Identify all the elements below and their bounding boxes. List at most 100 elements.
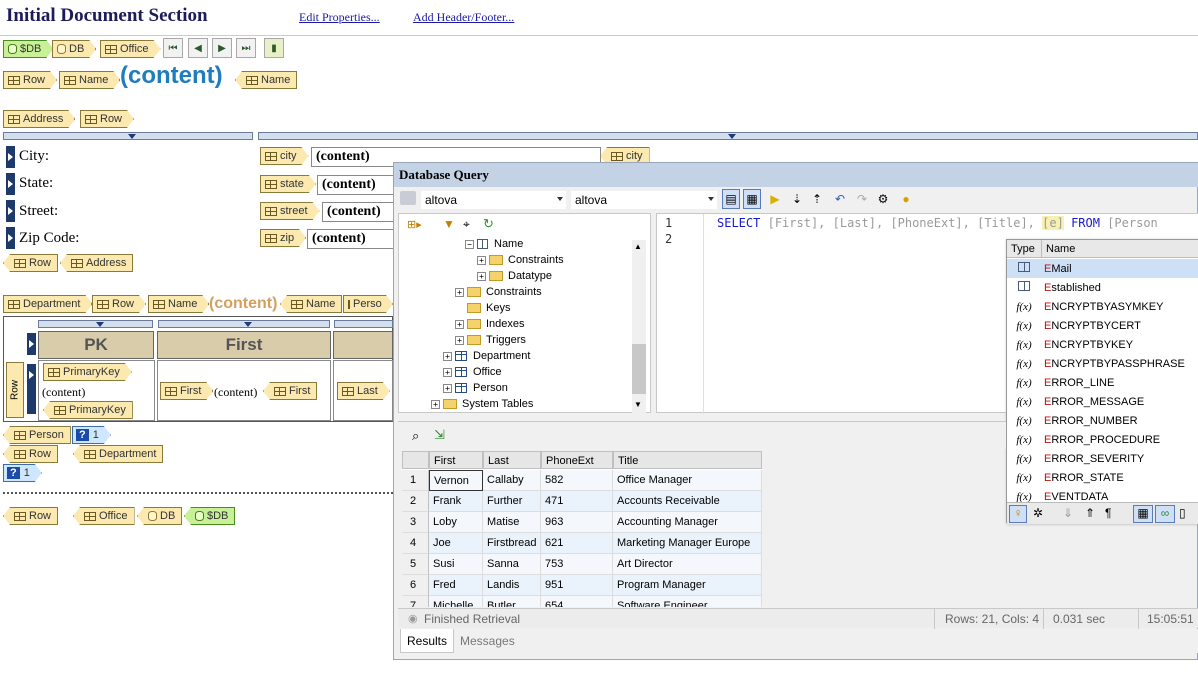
autocomplete-item[interactable]: f(x) ENCRYPTBYASYMKEY: [1007, 297, 1198, 316]
tree-node[interactable]: + Department: [443, 348, 530, 364]
autocomplete-item[interactable]: f(x) ERROR_NUMBER: [1007, 411, 1198, 430]
state-content[interactable]: (content): [317, 175, 397, 195]
department-start-tag[interactable]: Department: [3, 295, 92, 313]
row-number[interactable]: 6: [402, 575, 429, 596]
row-selector[interactable]: [6, 173, 15, 195]
table-cell[interactable]: 963: [541, 512, 613, 533]
department-end-tag[interactable]: Department: [73, 445, 164, 463]
table-cell[interactable]: Callaby: [483, 470, 541, 491]
row-selector[interactable]: [6, 200, 15, 222]
row-number[interactable]: 5: [402, 554, 429, 575]
grid-column-header[interactable]: Last: [483, 451, 541, 469]
primarykey-start-tag[interactable]: PrimaryKey: [43, 363, 132, 381]
first-content[interactable]: (content): [214, 385, 257, 400]
header-row-selector[interactable]: [27, 333, 36, 355]
table-cell[interactable]: 951: [541, 575, 613, 596]
autocomplete-item[interactable]: f(x) ENCRYPTBYKEY: [1007, 335, 1198, 354]
table-cell[interactable]: Firstbread: [483, 533, 541, 554]
row-selector[interactable]: [6, 146, 15, 168]
tree-node[interactable]: + Person: [443, 380, 508, 396]
expand-icon[interactable]: +: [443, 367, 452, 377]
expand-icon[interactable]: +: [455, 319, 464, 329]
row-number[interactable]: 7: [402, 596, 429, 607]
column-view-icon[interactable]: ▯: [1179, 506, 1186, 520]
commit-icon[interactable]: ⇡: [808, 189, 826, 209]
tree-node[interactable]: − Name: [465, 236, 523, 252]
zip-content[interactable]: (content): [307, 229, 397, 249]
column-separator-2[interactable]: [258, 132, 1198, 140]
autocomplete-item[interactable]: f(x) ERROR_STATE: [1007, 468, 1198, 487]
primarykey-end-tag[interactable]: PrimaryKey: [43, 401, 133, 419]
table-view-icon[interactable]: ▦: [1133, 505, 1153, 523]
body-row-selector[interactable]: [27, 364, 36, 414]
table-cell[interactable]: Office Manager: [613, 470, 762, 491]
table-cell[interactable]: Art Director: [613, 554, 762, 575]
pk-content[interactable]: (content): [42, 385, 85, 400]
row-vertical-tag[interactable]: Row: [6, 362, 24, 418]
row-start-tag-3[interactable]: Row: [92, 295, 146, 313]
table-cell[interactable]: 471: [541, 491, 613, 512]
table-cell[interactable]: Butler: [483, 596, 541, 607]
table-cell[interactable]: Matise: [483, 512, 541, 533]
lock-icon[interactable]: ●: [897, 189, 915, 209]
link-icon[interactable]: ∞: [1155, 505, 1175, 523]
autocomplete-item[interactable]: f(x) ENCRYPTBYCERT: [1007, 316, 1198, 335]
tab-results[interactable]: Results: [400, 629, 455, 653]
person-start-tag[interactable]: Perso: [343, 295, 393, 313]
row-end-tag-2[interactable]: Row: [3, 445, 59, 463]
office-start-tag[interactable]: Office: [100, 40, 161, 58]
name-end-tag-2[interactable]: Name: [280, 295, 343, 313]
tree-node[interactable]: + Constraints: [455, 284, 542, 300]
table-cell[interactable]: Loby: [429, 512, 483, 533]
autocomplete-item[interactable]: f(x) ERROR_MESSAGE: [1007, 392, 1198, 411]
next-record-button[interactable]: ▶: [212, 38, 232, 58]
row-start-tag[interactable]: Row: [3, 71, 57, 89]
first-record-button[interactable]: ⏮: [163, 38, 183, 58]
office-end-tag[interactable]: Office: [73, 507, 135, 525]
root-object-combo[interactable]: altova: [571, 191, 717, 209]
table-cell[interactable]: 582: [541, 470, 613, 491]
person-end-tag[interactable]: Person: [3, 426, 71, 444]
table-cell[interactable]: Michelle: [429, 596, 483, 607]
tree-node[interactable]: + Office: [443, 364, 502, 380]
autocomplete-item[interactable]: f(x) ERROR_SEVERITY: [1007, 449, 1198, 468]
datasource-icon[interactable]: [400, 191, 416, 205]
sql-line-1[interactable]: SELECT [First], [Last], [PhoneExt], [Tit…: [717, 216, 1158, 230]
edit-properties-link[interactable]: Edit Properties...: [299, 10, 380, 25]
first-end-tag[interactable]: First: [263, 382, 318, 400]
redo-icon[interactable]: ↷: [853, 189, 871, 209]
settings-icon[interactable]: ✲: [1033, 506, 1043, 520]
expand-icon[interactable]: +: [443, 351, 452, 361]
datasource-combo[interactable]: altova: [421, 191, 566, 209]
filter-icon[interactable]: ▼: [443, 217, 455, 231]
table-cell[interactable]: Landis: [483, 575, 541, 596]
row-end-tag[interactable]: Row: [3, 254, 59, 272]
add-header-footer-link[interactable]: Add Header/Footer...: [413, 10, 514, 25]
expand-icon[interactable]: +: [431, 399, 440, 409]
table-cell[interactable]: Further: [483, 491, 541, 512]
split-view-icon[interactable]: ▦: [743, 189, 761, 209]
query-button[interactable]: ▮: [264, 38, 284, 58]
autocomplete-item[interactable]: f(x) ERROR_PROCEDURE: [1007, 430, 1198, 449]
state-start-tag[interactable]: state: [260, 175, 316, 193]
column-separator-4[interactable]: [158, 320, 330, 328]
previous-record-button[interactable]: ◀: [188, 38, 208, 58]
grid-column-header[interactable]: Title: [613, 451, 762, 469]
table-cell[interactable]: Joe: [429, 533, 483, 554]
last-start-tag[interactable]: Last: [337, 382, 390, 400]
row-number[interactable]: 1: [402, 470, 429, 491]
scroll-thumb[interactable]: [632, 344, 646, 394]
expand-icon[interactable]: +: [443, 383, 452, 393]
table-cell[interactable]: 753: [541, 554, 613, 575]
table-cell[interactable]: 621: [541, 533, 613, 554]
tree-node[interactable]: + System Tables: [431, 396, 533, 412]
column-separator-1[interactable]: [3, 132, 253, 140]
department-name-content[interactable]: (content): [209, 295, 277, 313]
execute-icon[interactable]: ▶: [766, 189, 784, 209]
table-cell[interactable]: Susi: [429, 554, 483, 575]
table-cell[interactable]: Fred: [429, 575, 483, 596]
db-end-tag[interactable]: DB: [137, 507, 183, 525]
table-cell[interactable]: Marketing Manager Europe: [613, 533, 762, 554]
tab-messages[interactable]: Messages: [454, 629, 521, 653]
column-separator-5[interactable]: [334, 320, 393, 328]
